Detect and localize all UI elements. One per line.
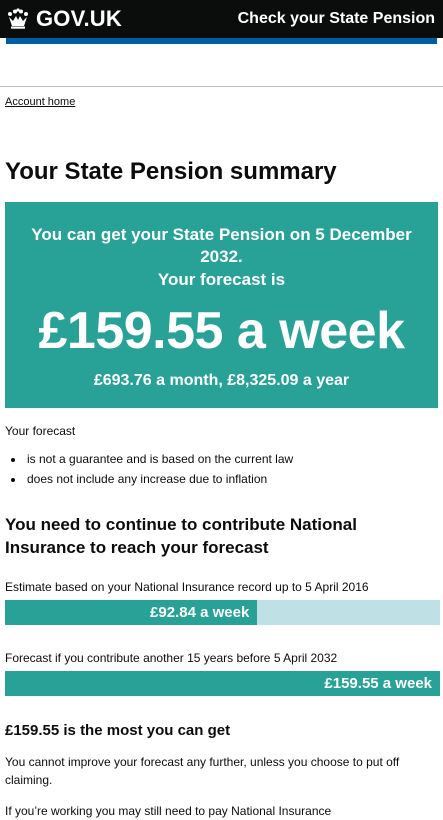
monthly-yearly-amount: £693.76 a month, £8,325.09 a year [93,372,350,390]
service-name-link[interactable]: Check your State Pension [238,10,435,28]
forecast-label: Forecast if you contribute another 15 ye… [5,650,338,665]
list-item: is not a guarantee and is based on the c… [25,449,438,469]
brand-text: GOV.UK [36,6,122,31]
divider [0,86,443,87]
max-text-1: You cannot improve your forecast any fur… [5,754,400,788]
page-title: Your State Pension summary [5,158,337,185]
forecast-bar: £159.55 a week [5,670,440,696]
account-home-link[interactable]: Account home [5,96,75,108]
contribute-heading: You need to continue to contribute Natio… [5,514,357,557]
forecast-bar-fill: £159.55 a week [5,670,440,696]
estimate-bar-fill: £92.84 a week [5,599,258,625]
estimate-bar: £92.84 a week [5,599,440,625]
panel-lead-line2: Your forecast is [157,269,286,289]
header-blue-band [6,38,437,44]
breadcrumb: Account home [5,96,443,108]
site-header: GOV.UK Check your State Pension [0,0,443,38]
forecast-notes: Your forecast is not a guarantee and is … [5,422,438,489]
forecast-notes-heading: Your forecast [5,424,76,439]
max-heading: £159.55 is the most you can get [5,721,231,739]
list-item: does not include any increase due to inf… [25,469,438,489]
panel-lead-line1: You can get your State Pension on 5 Dece… [31,224,412,267]
crown-icon [8,8,28,29]
weekly-amount: £159.55 a week [38,302,406,361]
govuk-logo[interactable]: GOV.UK [6,6,122,32]
forecast-notes-list: is not a guarantee and is based on the c… [5,449,438,490]
forecast-value: £159.55 a week [324,674,432,692]
forecast-panel: You can get your State Pension on 5 Dece… [5,201,438,409]
estimate-label: Estimate based on your National Insuranc… [5,579,369,594]
max-text-2: If you’re working you may still need to … [5,803,332,818]
panel-lead: You can get your State Pension on 5 Dece… [15,224,428,291]
estimate-value: £92.84 a week [150,603,250,621]
